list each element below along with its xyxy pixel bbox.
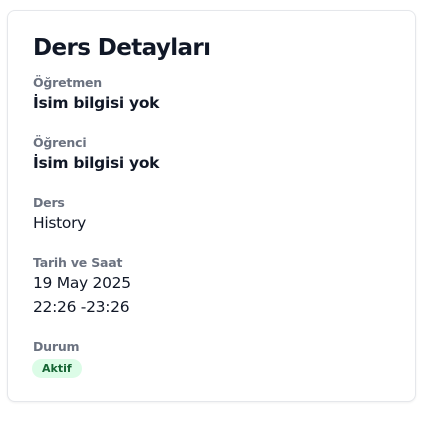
teacher-value: İsim bilgisi yok — [33, 94, 160, 112]
student-label: Öğrenci — [33, 135, 87, 150]
lesson-details-card: Ders Detayları Öğretmen İsim bilgisi yok… — [7, 10, 416, 402]
student-value: İsim bilgisi yok — [33, 154, 160, 172]
course-value: History — [33, 214, 87, 232]
teacher-label: Öğretmen — [33, 75, 102, 90]
status-badge: Aktif — [32, 359, 82, 378]
lesson-date: 19 May 2025 — [33, 274, 131, 292]
status-label: Durum — [33, 339, 80, 354]
lesson-time: 22:26 -23:26 — [33, 298, 130, 316]
card-title: Ders Detayları — [33, 35, 211, 61]
datetime-label: Tarih ve Saat — [33, 255, 123, 270]
course-label: Ders — [33, 195, 65, 210]
